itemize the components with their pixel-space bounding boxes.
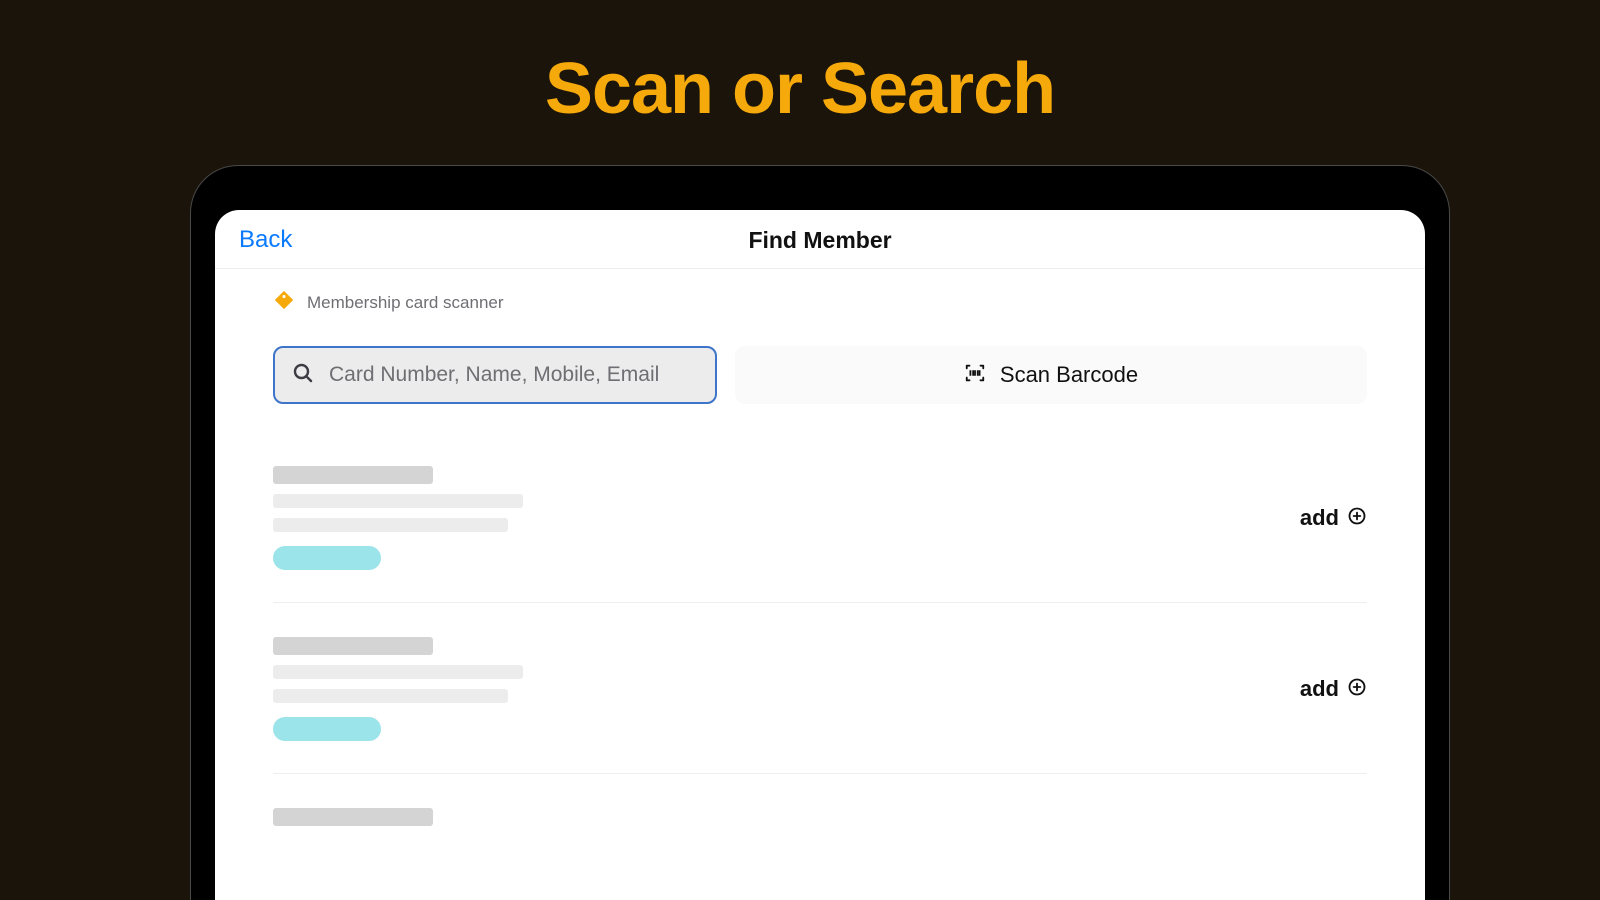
search-icon — [291, 361, 315, 390]
plus-circle-icon — [1347, 677, 1367, 702]
skeleton-line — [273, 689, 508, 703]
app-screen: Back Find Member Membership card scanner — [215, 210, 1425, 900]
skeleton-line — [273, 466, 433, 484]
back-button[interactable]: Back — [239, 226, 292, 254]
result-skeleton — [273, 466, 523, 570]
search-input[interactable] — [329, 363, 699, 387]
search-box[interactable] — [273, 346, 717, 404]
skeleton-line — [273, 808, 433, 826]
skeleton-pill — [273, 546, 381, 570]
result-skeleton — [273, 808, 433, 826]
skeleton-line — [273, 637, 433, 655]
skeleton-line — [273, 494, 523, 508]
page-title: Find Member — [215, 227, 1425, 254]
navbar: Back Find Member — [215, 210, 1425, 269]
result-row: add — [273, 629, 1367, 774]
result-row — [273, 800, 1367, 858]
content-area: Membership card scanner — [215, 269, 1425, 858]
scanner-hint-row: Membership card scanner — [273, 269, 1367, 346]
add-button[interactable]: add — [1300, 676, 1367, 702]
add-label: add — [1300, 676, 1339, 702]
tag-icon — [273, 289, 295, 316]
page-headline: Scan or Search — [0, 0, 1600, 130]
plus-circle-icon — [1347, 506, 1367, 531]
scan-barcode-button[interactable]: Scan Barcode — [735, 346, 1367, 404]
device-frame: Back Find Member Membership card scanner — [190, 165, 1450, 900]
skeleton-line — [273, 518, 508, 532]
skeleton-pill — [273, 717, 381, 741]
barcode-icon — [964, 362, 986, 389]
add-button[interactable]: add — [1300, 505, 1367, 531]
skeleton-line — [273, 665, 523, 679]
search-row: Scan Barcode — [273, 346, 1367, 404]
result-skeleton — [273, 637, 523, 741]
add-label: add — [1300, 505, 1339, 531]
scanner-hint-label: Membership card scanner — [307, 293, 504, 313]
scan-barcode-label: Scan Barcode — [1000, 362, 1138, 388]
result-row: add — [273, 458, 1367, 603]
